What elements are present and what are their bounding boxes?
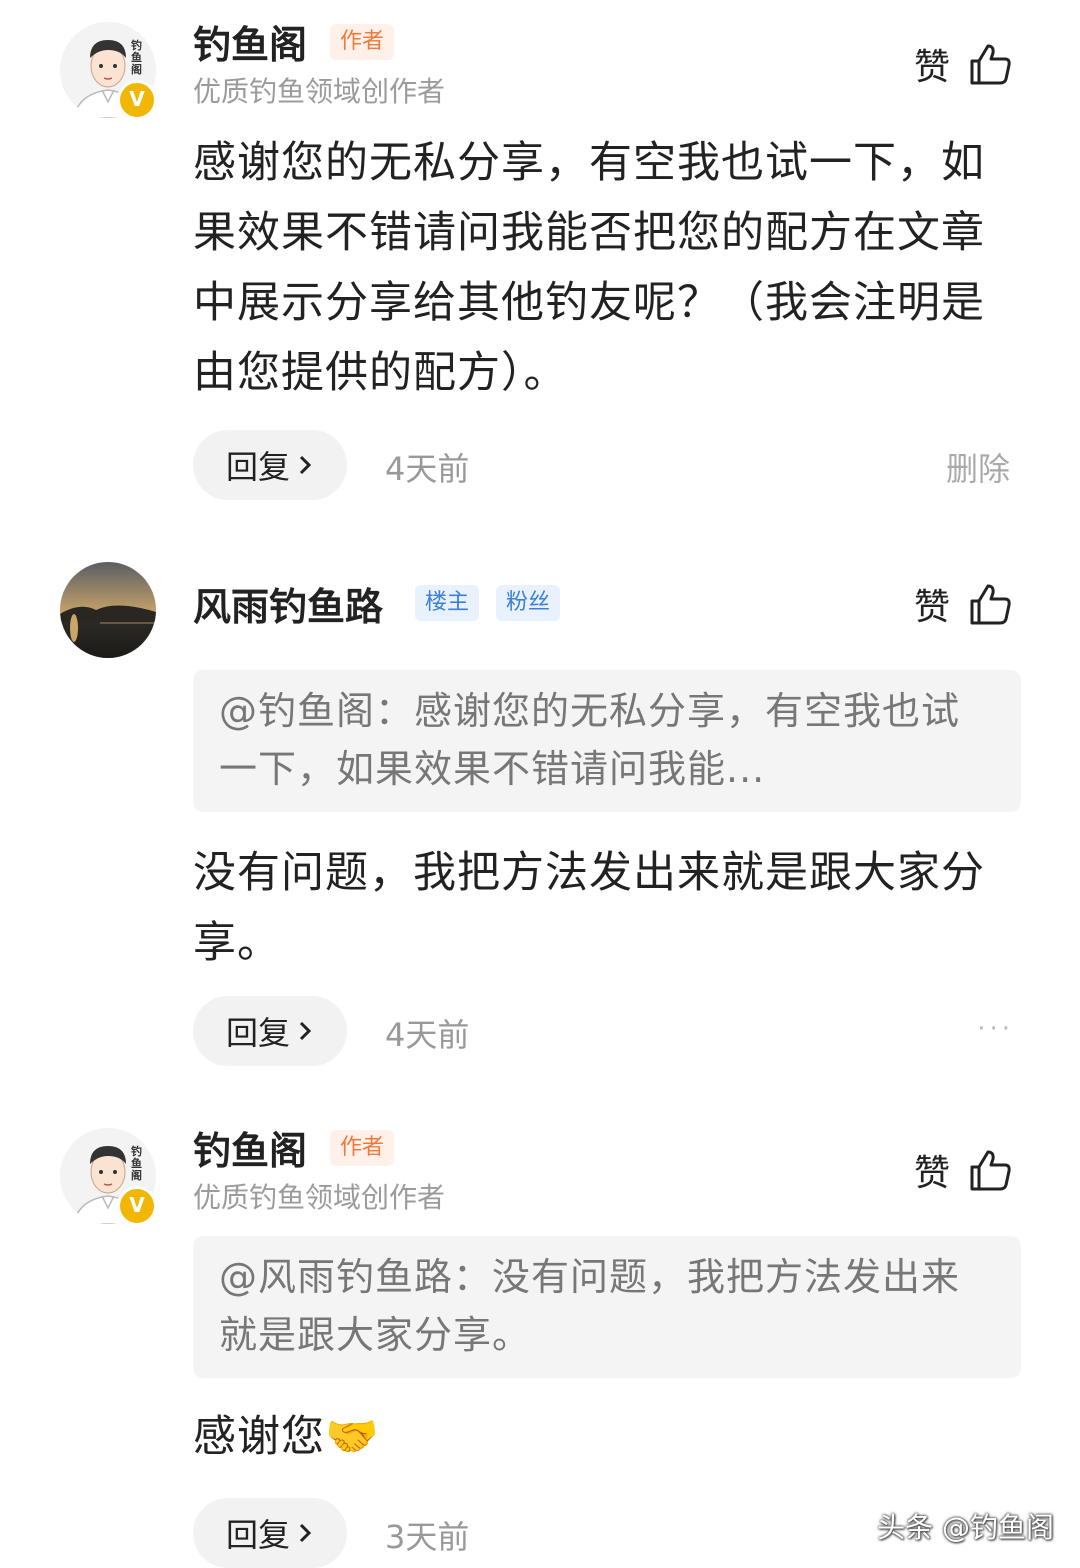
- reply-label: 回复: [225, 1516, 290, 1554]
- comment-author-name[interactable]: 钓鱼阁: [193, 1120, 307, 1175]
- quoted-comment[interactable]: @风雨钓鱼路：没有问题，我把方法发出来就是跟大家分享。: [193, 1236, 1021, 1378]
- reply-label: 回复: [225, 448, 290, 486]
- author-tag: 作者: [330, 24, 395, 60]
- more-options-icon[interactable]: ···: [977, 1014, 1014, 1044]
- comment-2: 风雨钓鱼路 楼主 粉丝 赞 @钓鱼阁：感谢您的无私分享，有空我也试一下，如果效果…: [0, 540, 1080, 1100]
- avatar-logo-text: 钓鱼阁: [131, 39, 142, 76]
- quoted-comment[interactable]: @钓鱼阁：感谢您的无私分享，有空我也试一下，如果效果不错请问我能...: [193, 670, 1021, 812]
- comment-text-content: 感谢您: [193, 1412, 325, 1462]
- verified-badge-icon: V: [117, 1186, 157, 1226]
- like-label: 赞: [913, 1153, 950, 1194]
- comment-text: 没有问题，我把方法发出来就是跟大家分享。: [193, 848, 985, 968]
- thumbs-up-icon: [970, 584, 1011, 625]
- like-label: 赞: [913, 47, 950, 88]
- author-subtitle: 优质钓鱼领域创作者: [193, 75, 446, 108]
- comment-time: 3天前: [385, 1518, 470, 1556]
- watermark: 头条 @钓鱼阁: [877, 1511, 1054, 1544]
- author-tag: 作者: [330, 1130, 395, 1166]
- comment-time: 4天前: [385, 1016, 470, 1054]
- comment-3: 钓鱼阁 V 钓鱼阁 作者 优质钓鱼领域创作者 赞 @风雨钓鱼路：没有问题，我把方…: [0, 1106, 1080, 1568]
- like-label: 赞: [913, 587, 950, 628]
- comment-author-name[interactable]: 钓鱼阁: [193, 14, 307, 69]
- chevron-right-icon: [299, 1523, 312, 1543]
- reply-button[interactable]: 回复: [193, 996, 347, 1066]
- owner-avatar[interactable]: [60, 562, 156, 658]
- comment-text: 感谢您🤝: [193, 1402, 1023, 1472]
- comment-1: 钓鱼阁 V 钓鱼阁 作者 优质钓鱼领域创作者 赞 感谢您的无私分享，有空我也试一…: [0, 0, 1080, 540]
- fan-tag: 粉丝: [496, 585, 561, 621]
- like-button[interactable]: 赞: [914, 38, 1012, 90]
- reply-button[interactable]: 回复: [193, 430, 347, 500]
- thumbs-up-icon: [970, 44, 1011, 85]
- comment-time: 4天前: [385, 450, 470, 488]
- chevron-right-icon: [299, 1021, 312, 1041]
- delete-button[interactable]: 删除: [946, 444, 1010, 490]
- comment-author-name[interactable]: 风雨钓鱼路: [193, 576, 383, 631]
- comment-text: 感谢您的无私分享，有空我也试一下，如果效果不错请问我能否把您的配方在文章中展示分…: [193, 138, 985, 398]
- reply-button[interactable]: 回复: [193, 1498, 347, 1568]
- like-button[interactable]: 赞: [914, 1144, 1012, 1196]
- reply-label: 回复: [225, 1014, 290, 1052]
- author-subtitle: 优质钓鱼领域创作者: [193, 1181, 446, 1214]
- handshake-emoji: 🤝: [325, 1412, 380, 1462]
- avatar-logo-text: 钓鱼阁: [131, 1145, 142, 1182]
- thumbs-up-icon: [970, 1150, 1011, 1191]
- verified-badge-icon: V: [117, 80, 157, 120]
- owner-tag: 楼主: [415, 585, 480, 621]
- chevron-right-icon: [299, 455, 312, 475]
- like-button[interactable]: 赞: [914, 578, 1012, 630]
